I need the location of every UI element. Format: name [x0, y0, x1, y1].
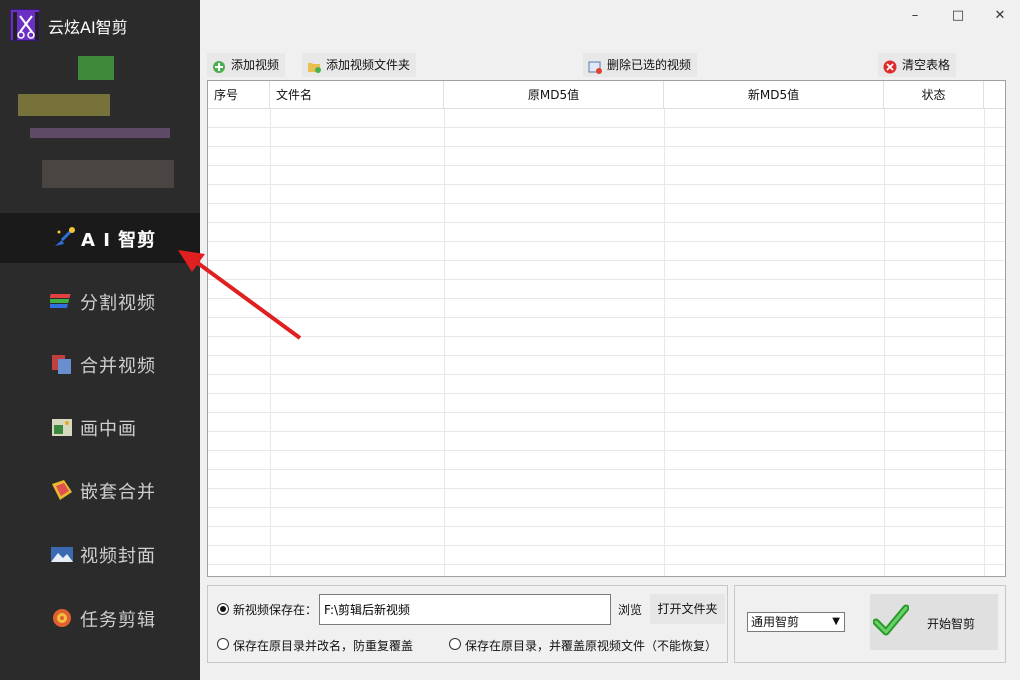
- split-video-icon: [46, 289, 74, 313]
- action-panel: 通用智剪 ▼ 开始智剪: [734, 585, 1006, 663]
- sidebar-item-picture-in-picture[interactable]: 画中画: [0, 402, 200, 452]
- sidebar-item-split-video[interactable]: 分割视频: [0, 276, 200, 326]
- column-divider: [884, 109, 885, 576]
- sidebar-item-task-edit[interactable]: 任务剪辑: [0, 593, 200, 643]
- column-header-index[interactable]: 序号: [208, 81, 270, 109]
- clear-x-icon: [883, 58, 897, 74]
- delete-selected-button[interactable]: 删除已选的视频: [583, 53, 698, 77]
- overwrite-original-label: 保存在原目录，并覆盖原视频文件（不能恢复）: [465, 639, 718, 653]
- column-header-original-md5[interactable]: 原MD5值: [444, 81, 664, 109]
- table-header: 序号 文件名 原MD5值 新MD5值 状态: [208, 81, 1005, 109]
- task-edit-icon: [50, 606, 74, 630]
- ai-magic-icon: [52, 226, 76, 250]
- column-divider: [984, 109, 985, 576]
- delete-file-icon: [588, 58, 602, 74]
- clear-table-button[interactable]: 清空表格: [878, 53, 957, 77]
- sidebar-item-nested-merge[interactable]: 嵌套合并: [0, 465, 200, 515]
- new-location-label: 新视频保存在：: [233, 603, 318, 617]
- add-video-folder-button[interactable]: 添加视频文件夹: [302, 53, 417, 77]
- open-folder-button[interactable]: 打开文件夹: [650, 594, 725, 624]
- column-header-filename[interactable]: 文件名: [270, 81, 444, 109]
- app-logo-icon: [10, 9, 40, 41]
- column-header-new-md5[interactable]: 新MD5值: [664, 81, 884, 109]
- sidebar-item-merge-video[interactable]: 合并视频: [0, 339, 200, 389]
- column-divider: [270, 109, 271, 576]
- merge-video-icon: [50, 352, 74, 376]
- table-body: [208, 109, 1005, 576]
- column-divider: [664, 109, 665, 576]
- video-table[interactable]: 序号 文件名 原MD5值 新MD5值 状态: [207, 80, 1006, 577]
- new-location-radio[interactable]: [217, 603, 229, 615]
- add-circle-icon: [212, 58, 226, 73]
- checkmark-icon: [873, 604, 909, 636]
- app-title: 云炫AI智剪: [48, 18, 128, 37]
- folder-add-icon: [307, 58, 321, 73]
- picture-in-picture-icon: [50, 415, 74, 439]
- close-button[interactable]: ✕: [985, 6, 1015, 26]
- save-path-input[interactable]: [319, 594, 611, 625]
- add-video-button[interactable]: 添加视频: [207, 53, 286, 77]
- sidebar: 云炫AI智剪 A I 智剪 分割视频 合并视频 画中画 嵌套合并 视频封面 任务…: [0, 0, 200, 680]
- column-header-status[interactable]: 状态: [884, 81, 984, 109]
- chevron-down-icon: ▼: [832, 616, 840, 627]
- start-smart-clip-button[interactable]: 开始智剪: [870, 594, 998, 650]
- minimize-button[interactable]: –: [900, 6, 930, 26]
- rename-in-place-label: 保存在原目录并改名，防重复覆盖: [233, 639, 414, 653]
- nested-merge-icon: [50, 478, 74, 502]
- mode-select[interactable]: 通用智剪 ▼: [747, 612, 845, 632]
- column-divider: [444, 109, 445, 576]
- app-header: 云炫AI智剪: [0, 0, 200, 50]
- overwrite-original-radio[interactable]: [449, 638, 461, 650]
- browse-button[interactable]: 浏览: [618, 601, 642, 618]
- maximize-button[interactable]: □: [943, 6, 973, 26]
- sidebar-item-video-cover[interactable]: 视频封面: [0, 529, 200, 579]
- video-cover-icon: [50, 542, 74, 566]
- sidebar-item-ai-clip[interactable]: A I 智剪: [0, 213, 200, 263]
- rename-in-place-radio[interactable]: [217, 638, 229, 650]
- save-options-panel: 新视频保存在： 浏览 打开文件夹 保存在原目录并改名，防重复覆盖 保存在原目录，…: [207, 585, 728, 663]
